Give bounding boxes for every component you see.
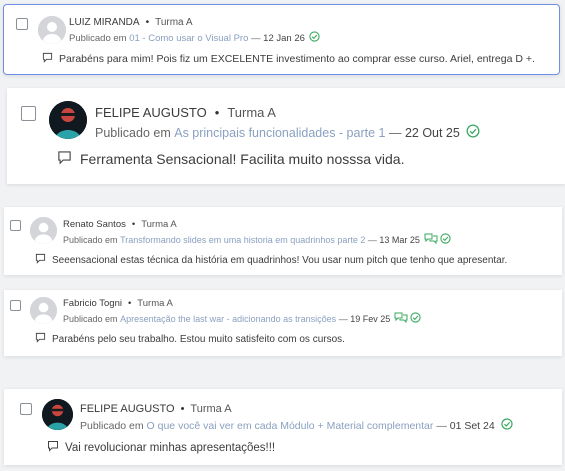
author-name: Renato Santos [63, 219, 126, 230]
replied-chat-icon [394, 312, 408, 325]
published-prefix: Publicado em [63, 234, 118, 245]
comment-icon [57, 150, 72, 168]
date-separator: — [388, 125, 402, 140]
published-prefix: Publicado em [80, 419, 144, 432]
group-label: Turma A [141, 219, 177, 230]
comment-card[interactable]: FELIPE AUGUSTO • Turma A Publicado em As… [7, 88, 565, 184]
avatar [30, 297, 57, 324]
avatar [38, 16, 66, 44]
replied-chat-icon [424, 233, 438, 246]
lesson-link[interactable]: 01 - Como usar o Visual Pro [129, 33, 248, 44]
group-label: Turma A [190, 403, 232, 415]
published-prefix: Publicado em [95, 125, 171, 140]
check-circle-icon [466, 124, 480, 141]
comment-card[interactable]: Fabricio Togni • Turma A Publicado em Ap… [4, 290, 562, 356]
author-name: Fabricio Togni [63, 298, 122, 309]
date-separator: — [338, 313, 348, 324]
author-name: FELIPE AUGUSTO [95, 105, 207, 120]
separator-dot: • [127, 298, 132, 309]
lesson-link[interactable]: As principais funcionalidades - parte 1 [174, 126, 385, 140]
group-label: Turma A [137, 298, 173, 309]
check-circle-icon [501, 418, 513, 433]
select-checkbox[interactable] [16, 18, 28, 30]
separator-dot: • [145, 17, 150, 28]
select-checkbox[interactable] [10, 220, 21, 231]
comment-card[interactable]: LUIZ MIRANDA • Turma A Publicado em 01 -… [3, 4, 560, 75]
published-date: 22 Out 25 [404, 125, 460, 140]
check-circle-icon [309, 31, 320, 45]
group-label: Turma A [155, 17, 193, 28]
comment-icon [47, 440, 59, 455]
published-date: 13 Mar 25 [379, 234, 420, 245]
separator-dot: • [131, 219, 136, 230]
published-date: 01 Set 24 [449, 419, 495, 432]
date-separator: — [251, 32, 261, 44]
published-date: 19 Fev 25 [350, 313, 391, 324]
comment-text: Seeensacional estas técnica da história … [52, 254, 508, 266]
separator-dot: • [214, 105, 220, 120]
select-checkbox[interactable] [20, 403, 32, 415]
avatar [30, 217, 57, 244]
published-date: 12 Jan 26 [263, 32, 305, 44]
avatar [49, 101, 87, 139]
author-name: FELIPE AUGUSTO [80, 403, 175, 415]
comment-card[interactable]: Renato Santos • Turma A Publicado em Tra… [4, 207, 562, 275]
avatar [42, 399, 73, 430]
comment-icon [35, 253, 46, 267]
date-separator: — [367, 234, 377, 245]
published-prefix: Publicado em [69, 32, 127, 44]
select-checkbox[interactable] [21, 106, 36, 121]
check-circle-icon [410, 312, 421, 325]
comment-card[interactable]: FELIPE AUGUSTO • Turma A Publicado em O … [4, 389, 562, 465]
comment-text: Parabéns para mim! Pois fiz um EXCELENTE… [59, 53, 535, 65]
group-label: Turma A [227, 105, 276, 120]
comment-text: Ferramenta Sensacional! Facilita muito n… [80, 151, 405, 167]
select-checkbox[interactable] [10, 300, 21, 311]
lesson-link[interactable]: O que você vai ver em cada Módulo + Mate… [147, 420, 434, 432]
separator-dot: • [180, 403, 185, 415]
lesson-link[interactable]: Apresentação the last war - adicionando … [120, 314, 336, 324]
check-circle-icon [440, 233, 451, 246]
comment-icon [42, 52, 53, 66]
comment-text: Parabéns pelo seu trabalho. Estou muito … [52, 333, 345, 345]
published-prefix: Publicado em [63, 313, 118, 324]
comment-text: Vai revolucionar minhas apresentações!!! [65, 441, 276, 454]
comment-icon [35, 332, 46, 346]
date-separator: — [436, 419, 447, 432]
author-name: LUIZ MIRANDA [69, 17, 140, 28]
lesson-link[interactable]: Transformando slides em uma historia em … [120, 235, 365, 245]
